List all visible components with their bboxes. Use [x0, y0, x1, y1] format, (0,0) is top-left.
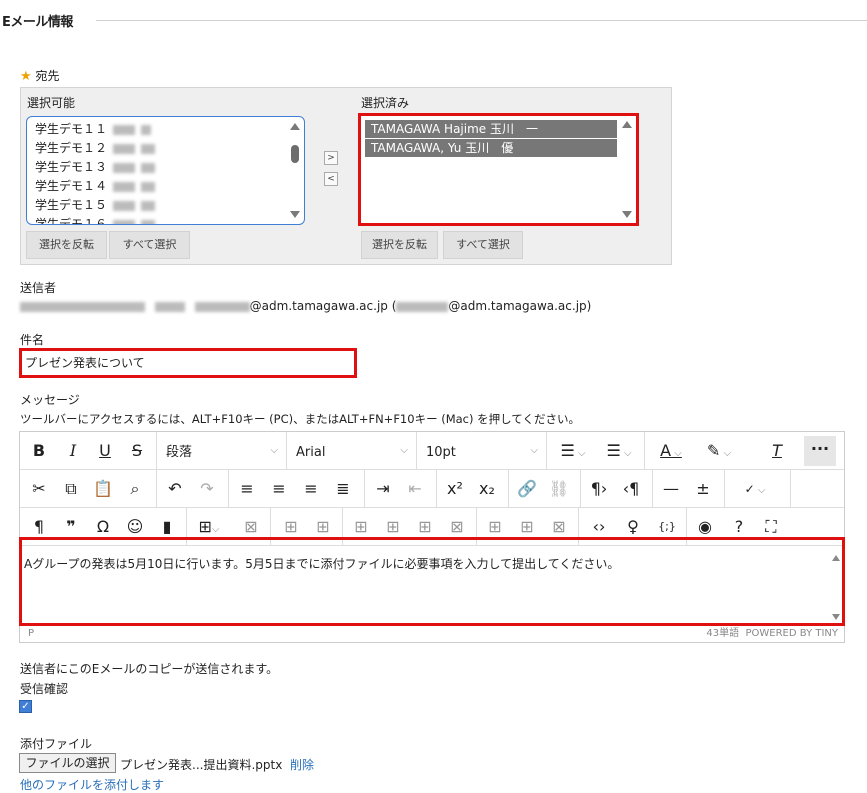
chevron-down-icon: ⌵ — [270, 445, 278, 456]
move-left-button[interactable]: < — [324, 172, 338, 186]
recipients-label-row: ★ 宛先 — [20, 67, 60, 84]
chevron-down-icon: ⌵ — [530, 445, 538, 456]
powered-by-link[interactable]: POWERED BY TINY — [746, 628, 839, 639]
word-count[interactable]: 43単語 — [706, 628, 739, 639]
align-left-icon[interactable]: ≡ — [232, 470, 262, 508]
scroll-thumb[interactable] — [291, 145, 299, 163]
align-right-icon[interactable]: ≡ — [296, 470, 326, 508]
spellcheck-icon[interactable]: ✓ ⌵ — [730, 470, 780, 508]
list-item[interactable]: 学生デモ１５ — [27, 196, 304, 215]
italic-icon[interactable]: I — [58, 432, 88, 470]
format-dropdown[interactable]: 段落 ⌵ — [166, 432, 278, 470]
link-icon[interactable]: 🔗 — [512, 470, 542, 508]
required-star-icon: ★ — [20, 69, 32, 84]
highlight-selected — [358, 113, 639, 226]
unlink-icon[interactable]: ⛓ — [544, 470, 574, 508]
selected-select-all-button[interactable]: すべて選択 — [443, 231, 523, 259]
outdent-icon[interactable]: ⇤ — [400, 470, 430, 508]
find-icon[interactable]: ⌕ — [120, 470, 150, 508]
attachment-file-name: プレゼン発表...提出資料.pptx — [120, 758, 283, 772]
section-divider — [96, 20, 867, 21]
move-right-button[interactable]: > — [324, 151, 338, 165]
subject-label: 件名 — [20, 333, 45, 347]
ltr-icon[interactable]: ¶› — [584, 470, 614, 508]
message-hint: ツールバーにアクセスするには、ALT+F10キー (PC)、またはALT+FN+… — [20, 412, 580, 426]
available-select-all-button[interactable]: すべて選択 — [109, 231, 190, 259]
available-invert-button[interactable]: 選択を反転 — [26, 231, 107, 259]
bullet-list-icon[interactable]: ☰ ⌵ — [552, 432, 594, 470]
strikethrough-icon[interactable]: S — [122, 432, 152, 470]
text-color-icon[interactable]: A ⌵ — [650, 432, 692, 470]
list-item[interactable]: 学生デモ１６ — [27, 215, 304, 224]
rtl-icon[interactable]: ‹¶ — [616, 470, 646, 508]
more-icon[interactable]: ··· — [804, 436, 836, 466]
font-dropdown[interactable]: Arial ⌵ — [296, 432, 408, 470]
undo-icon[interactable]: ↶ — [160, 470, 190, 508]
section-title: Eメール情報 — [2, 15, 73, 30]
add-attachment-link[interactable]: 他のファイルを添付します — [20, 776, 164, 793]
selected-invert-button[interactable]: 選択を反転 — [361, 231, 438, 259]
delete-attachment-link[interactable]: 削除 — [290, 756, 314, 773]
receipt-checkbox[interactable]: ✓ — [19, 700, 32, 713]
selected-label: 選択済み — [361, 96, 410, 110]
sender-value: @adm.tamagawa.ac.jp (@adm.tamagawa.ac.jp… — [20, 299, 591, 313]
receipt-label: 受信確認 — [20, 682, 69, 696]
highlight-color-icon[interactable]: ✎ ⌵ — [698, 432, 740, 470]
editor-status-bar: P 43単語 POWERED BY TINY — [20, 624, 844, 642]
redo-icon[interactable]: ↷ — [192, 470, 222, 508]
chevron-down-icon: ⌵ — [400, 445, 408, 456]
numbered-list-icon[interactable]: ☰ ⌵ — [598, 432, 640, 470]
clear-formatting-icon[interactable]: T — [762, 432, 792, 470]
copy-notice: 送信者にこのEメールのコピーが送信されます。 — [20, 662, 279, 676]
list-item[interactable]: 学生デモ１１ — [27, 120, 304, 139]
recipients-label: 宛先 — [35, 69, 60, 83]
horizontal-line-icon[interactable]: — — [656, 470, 686, 508]
copy-icon[interactable]: ⧉ — [56, 470, 86, 508]
superscript-icon[interactable]: x² — [440, 470, 470, 508]
toolbar-row-1: B I U S 段落 ⌵ Arial ⌵ 10pt ⌵ ☰ ⌵ ☰ ⌵ A ⌵ ✎ ⌵… — [20, 432, 844, 470]
available-scrollbar[interactable] — [286, 117, 304, 224]
message-label: メッセージ — [20, 393, 80, 407]
sender-label: 送信者 — [20, 281, 57, 295]
list-item[interactable]: 学生デモ１４ — [27, 177, 304, 196]
indent-icon[interactable]: ⇥ — [368, 470, 398, 508]
align-center-icon[interactable]: ≡ — [264, 470, 294, 508]
highlight-message-body — [19, 537, 845, 626]
align-justify-icon[interactable]: ≣ — [328, 470, 358, 508]
available-label: 選択可能 — [27, 96, 76, 110]
attachment-label: 添付ファイル — [20, 737, 93, 751]
plus-minus-icon[interactable]: ± — [688, 470, 718, 508]
scroll-down-icon — [290, 211, 300, 218]
subject-input[interactable]: プレゼン発表について — [19, 348, 357, 378]
available-listbox[interactable]: 学生デモ１１ 学生デモ１２ 学生デモ１３ 学生デモ１４ 学生デモ１５ 学生デモ１… — [26, 116, 305, 225]
font-size-dropdown[interactable]: 10pt ⌵ — [426, 432, 538, 470]
toolbar-row-2: ✂ ⧉ 📋 ⌕ ↶ ↷ ≡ ≡ ≡ ≣ ⇥ ⇤ x² x₂ 🔗 ⛓ ¶› ‹¶ … — [20, 470, 844, 508]
element-path: P — [28, 628, 35, 639]
list-item[interactable]: 学生デモ１２ — [27, 139, 304, 158]
scroll-up-icon — [290, 123, 300, 130]
underline-icon[interactable]: U — [90, 432, 120, 470]
paste-icon[interactable]: 📋 — [88, 470, 118, 508]
cut-icon[interactable]: ✂ — [24, 470, 54, 508]
list-item[interactable]: 学生デモ１３ — [27, 158, 304, 177]
choose-file-button[interactable]: ファイルの選択 — [19, 753, 116, 773]
subscript-icon[interactable]: x₂ — [472, 470, 502, 508]
bold-icon[interactable]: B — [24, 432, 54, 470]
